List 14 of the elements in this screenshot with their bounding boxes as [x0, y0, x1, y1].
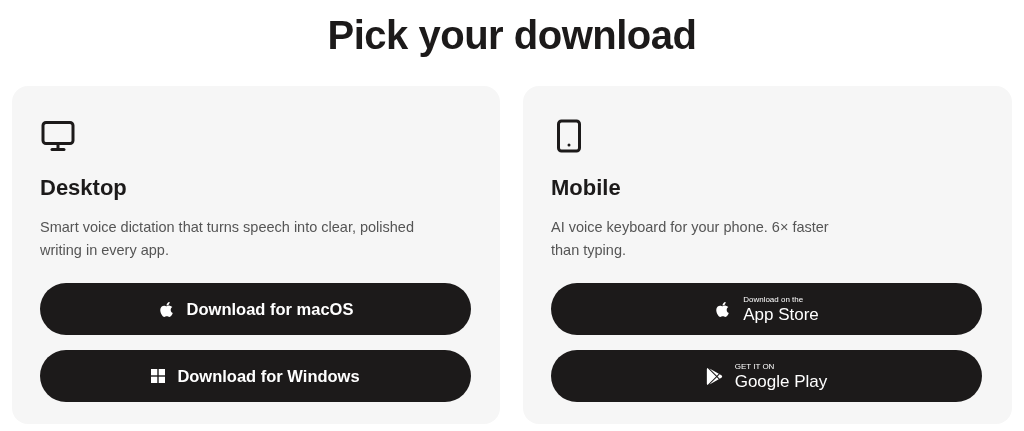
monitor-icon: [40, 118, 76, 154]
apple-icon: [157, 300, 175, 318]
store-button[interactable]: GET IT ON Google Play: [551, 350, 982, 402]
card-heading: Mobile: [551, 174, 622, 202]
card-description: AI voice keyboard for your phone. 6× faster than typing.: [551, 218, 830, 260]
card-description: Smart voice dictation that turns speech into clear, polished writing in every app.: [40, 218, 415, 260]
grid-icon: [151, 369, 166, 383]
apple-icon: [714, 300, 732, 318]
card-heading: Desktop: [40, 174, 128, 202]
download-button[interactable]: Download for macOS: [40, 283, 471, 335]
download-button[interactable]: Download for Windows: [40, 350, 471, 402]
play-icon: [705, 367, 723, 385]
store-button[interactable]: Download on the App Store: [551, 283, 982, 335]
page-title: Pick your download: [327, 12, 697, 59]
